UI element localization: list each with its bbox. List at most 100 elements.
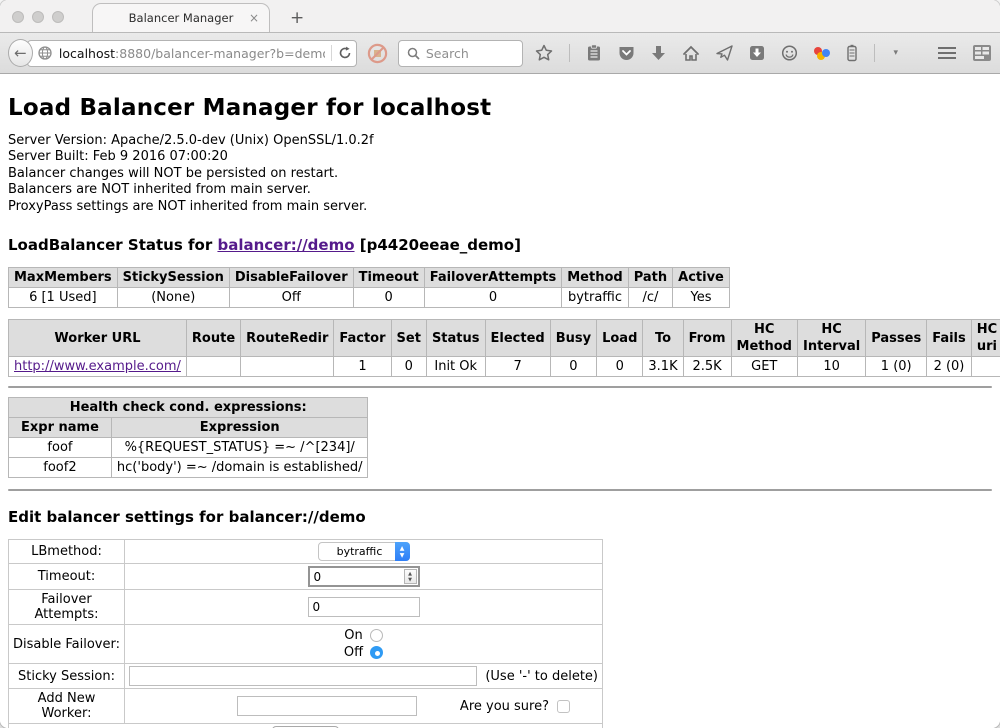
- form-row-sticky-session: Sticky Session: (Use '-' to delete): [9, 664, 603, 689]
- timeout-label: Timeout:: [9, 564, 125, 590]
- tab-bar: Balancer Manager × +: [0, 0, 1000, 33]
- disable-failover-on-radio[interactable]: [370, 629, 383, 642]
- cell-timeout: 0: [353, 288, 424, 308]
- navigation-toolbar: ← localhost:8880/balancer-manager?b=demo…: [0, 33, 1000, 74]
- page-content: Load Balancer Manager for localhost Serv…: [0, 74, 1000, 728]
- search-icon: [407, 47, 420, 60]
- radio-off-label: Off: [344, 644, 363, 661]
- cell-elected: 7: [485, 357, 550, 377]
- form-row-add-worker: Add New Worker: Are you sure?: [9, 689, 603, 724]
- new-tab-button[interactable]: +: [284, 8, 310, 28]
- lbmethod-label: LBmethod:: [9, 540, 125, 564]
- col-set: Set: [391, 320, 426, 357]
- tab-balancer-manager[interactable]: Balancer Manager ×: [92, 3, 270, 32]
- timeout-input[interactable]: [314, 570, 404, 584]
- downloads-panel-icon[interactable]: [749, 45, 765, 61]
- col-active: Active: [673, 268, 730, 288]
- col-hc-method: HC Method: [731, 320, 797, 357]
- download-arrow-icon[interactable]: [651, 45, 666, 61]
- server-built-line: Server Built: Feb 9 2016 07:00:20: [8, 149, 992, 165]
- cell-busy: 0: [550, 357, 596, 377]
- grid-panel-icon[interactable]: [972, 44, 992, 62]
- cell-path: /c/: [628, 288, 672, 308]
- are-you-sure-checkbox[interactable]: [557, 700, 570, 713]
- back-button[interactable]: ←: [8, 39, 33, 67]
- cell-failoverattempts: 0: [424, 288, 562, 308]
- search-bar[interactable]: Search: [398, 40, 524, 67]
- col-stickysession: StickySession: [117, 268, 229, 288]
- cell-stickysession: (None): [117, 288, 229, 308]
- globe-icon: [38, 46, 52, 60]
- cell-hc-interval: 10: [797, 357, 865, 377]
- window-controls[interactable]: [12, 11, 64, 23]
- pocket-icon[interactable]: [618, 45, 635, 61]
- divider: [8, 386, 992, 388]
- reload-icon[interactable]: [338, 46, 352, 60]
- cell-maxmembers: 6 [1 Used]: [9, 288, 118, 308]
- home-icon[interactable]: [682, 45, 700, 62]
- cell-worker-url: http://www.example.com/: [9, 357, 187, 377]
- chevron-down-icon[interactable]: ▾: [893, 48, 898, 58]
- urlbar-divider: [331, 45, 332, 61]
- balancer-demo-link[interactable]: balancer://demo: [217, 236, 354, 254]
- menu-hamburger-icon[interactable]: [938, 47, 956, 59]
- disable-failover-label: Disable Failover:: [9, 625, 125, 664]
- health-check-table: Health check cond. expressions: Expr nam…: [8, 397, 368, 478]
- url-text[interactable]: localhost:8880/balancer-manager?b=demo&n…: [59, 46, 325, 61]
- worker-url-link[interactable]: http://www.example.com/: [14, 359, 181, 374]
- disable-failover-off-radio[interactable]: [370, 646, 383, 659]
- clipboard-icon[interactable]: [586, 44, 602, 62]
- feedback-smiley-icon[interactable]: [781, 45, 798, 62]
- number-spinner-icon[interactable]: ▲▼: [404, 569, 417, 584]
- select-stepper-icon: ▲▼: [395, 542, 410, 561]
- col-elected: Elected: [485, 320, 550, 357]
- sticky-session-input[interactable]: [129, 666, 477, 686]
- persist-note-line: Balancer changes will NOT be persisted o…: [8, 166, 992, 182]
- edit-settings-heading: Edit balancer settings for balancer://de…: [8, 508, 992, 526]
- cell-expr-name: foof: [9, 438, 112, 458]
- col-failoverattempts: FailoverAttempts: [424, 268, 562, 288]
- content-blocked-icon[interactable]: [367, 43, 388, 64]
- form-row-timeout: Timeout: ▲▼: [9, 564, 603, 590]
- zoom-window-button[interactable]: [52, 11, 64, 23]
- col-hc-uri: HC uri: [971, 320, 1000, 357]
- health-table-title: Health check cond. expressions:: [9, 398, 368, 418]
- cell-factor: 1: [334, 357, 391, 377]
- loadbalancer-status-heading: LoadBalancer Status for balancer://demo …: [8, 236, 992, 254]
- colorful-dots-icon[interactable]: [814, 46, 830, 60]
- tab-title: Balancer Manager: [129, 11, 234, 25]
- edit-balancer-form: LBmethod: bytraffic ▲▼ Timeout: ▲▼: [8, 539, 603, 728]
- bookmark-star-icon[interactable]: [535, 44, 553, 62]
- col-status: Status: [426, 320, 485, 357]
- send-icon[interactable]: [716, 45, 733, 61]
- status-heading-prefix: LoadBalancer Status for: [8, 236, 217, 254]
- battery-icon[interactable]: [846, 44, 858, 62]
- col-busy: Busy: [550, 320, 596, 357]
- cell-expression: hc('body') =~ /domain is established/: [111, 458, 368, 478]
- server-info: Server Version: Apache/2.5.0-dev (Unix) …: [8, 133, 992, 215]
- server-version-line: Server Version: Apache/2.5.0-dev (Unix) …: [8, 133, 992, 149]
- cell-passes: 1 (0): [866, 357, 927, 377]
- url-bar[interactable]: localhost:8880/balancer-manager?b=demo&n…: [27, 40, 357, 67]
- table-title-row: Health check cond. expressions:: [9, 398, 368, 418]
- table-row: foof2 hc('body') =~ /domain is establish…: [9, 458, 368, 478]
- failover-attempts-input[interactable]: [308, 597, 420, 617]
- form-row-disable-failover: Disable Failover: On Off: [9, 625, 603, 664]
- cell-load: 0: [597, 357, 643, 377]
- search-placeholder: Search: [426, 46, 469, 61]
- toolbar-buttons: ▾: [535, 44, 992, 62]
- form-row-failover-attempts: Failover Attempts:: [9, 590, 603, 625]
- cell-active: Yes: [673, 288, 730, 308]
- col-disablefailover: DisableFailover: [229, 268, 353, 288]
- are-you-sure-label: Are you sure?: [460, 699, 549, 714]
- proxypass-note-line: ProxyPass settings are NOT inherited fro…: [8, 199, 992, 215]
- sticky-session-label: Sticky Session:: [9, 664, 125, 689]
- table-row: http://www.example.com/ 1 0 Init Ok 7 0 …: [9, 357, 1000, 377]
- lbmethod-select[interactable]: bytraffic ▲▼: [318, 542, 410, 561]
- minimize-window-button[interactable]: [32, 11, 44, 23]
- form-row-submit: Submit: [9, 724, 603, 728]
- add-worker-input[interactable]: [237, 696, 417, 716]
- close-window-button[interactable]: [12, 11, 24, 23]
- col-route: Route: [186, 320, 240, 357]
- close-tab-icon[interactable]: ×: [249, 11, 259, 25]
